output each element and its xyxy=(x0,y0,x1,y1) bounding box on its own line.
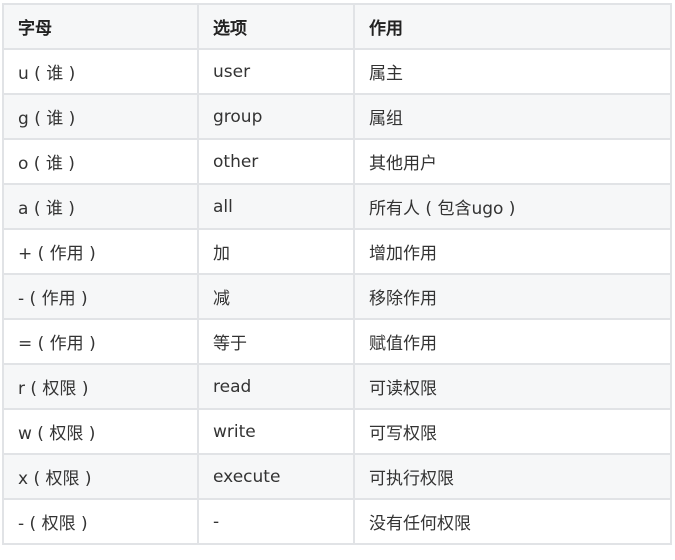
table-row: o ( 谁 ) other 其他用户 xyxy=(2,138,672,185)
option-cell: user xyxy=(197,48,355,95)
letter-cell: + ( 作用 ) xyxy=(2,228,199,275)
letter-cell: g ( 谁 ) xyxy=(2,93,199,140)
table-row: a ( 谁 ) all 所有人 ( 包含ugo ) xyxy=(2,183,672,230)
letter-cell: o ( 谁 ) xyxy=(2,138,199,185)
table-row: u ( 谁 ) user 属主 xyxy=(2,48,672,95)
table-row: r ( 权限 ) read 可读权限 xyxy=(2,363,672,410)
option-cell: write xyxy=(197,408,355,455)
option-cell: 加 xyxy=(197,228,355,275)
table-header-row: 字母 选项 作用 xyxy=(2,3,672,50)
function-cell: 所有人 ( 包含ugo ) xyxy=(353,183,672,230)
option-cell: 等于 xyxy=(197,318,355,365)
option-cell: 减 xyxy=(197,273,355,320)
table-row: g ( 谁 ) group 属组 xyxy=(2,93,672,140)
table-row: = ( 作用 ) 等于 赋值作用 xyxy=(2,318,672,365)
option-cell: - xyxy=(197,498,355,545)
function-cell: 增加作用 xyxy=(353,228,672,275)
table-row: x ( 权限 ) execute 可执行权限 xyxy=(2,453,672,500)
function-cell: 移除作用 xyxy=(353,273,672,320)
table-row: + ( 作用 ) 加增加作用 xyxy=(2,228,672,275)
option-cell: group xyxy=(197,93,355,140)
function-cell: 没有任何权限 xyxy=(353,498,672,545)
letter-cell: = ( 作用 ) xyxy=(2,318,199,365)
permissions-table: 字母 选项 作用 u ( 谁 ) user 属主 g ( 谁 ) group 属组 o ( … xyxy=(2,3,672,545)
table-row: w ( 权限 ) write 可写权限 xyxy=(2,408,672,455)
letter-cell: a ( 谁 ) xyxy=(2,183,199,230)
header-function: 作用 xyxy=(353,3,672,50)
option-cell: execute xyxy=(197,453,355,500)
function-cell: 属主 xyxy=(353,48,672,95)
function-cell: 可执行权限 xyxy=(353,453,672,500)
function-cell: 属组 xyxy=(353,93,672,140)
letter-cell: - ( 作用 ) xyxy=(2,273,199,320)
function-cell: 可写权限 xyxy=(353,408,672,455)
option-cell: read xyxy=(197,363,355,410)
letter-cell: w ( 权限 ) xyxy=(2,408,199,455)
table-row: - ( 作用 ) 减移除作用 xyxy=(2,273,672,320)
function-cell: 其他用户 xyxy=(353,138,672,185)
option-cell: other xyxy=(197,138,355,185)
function-cell: 可读权限 xyxy=(353,363,672,410)
option-cell: all xyxy=(197,183,355,230)
table-row: - ( 权限 ) - 没有任何权限 xyxy=(2,498,672,545)
header-option: 选项 xyxy=(197,3,355,50)
header-letter: 字母 xyxy=(2,3,199,50)
function-cell: 赋值作用 xyxy=(353,318,672,365)
letter-cell: x ( 权限 ) xyxy=(2,453,199,500)
letter-cell: u ( 谁 ) xyxy=(2,48,199,95)
letter-cell: - ( 权限 ) xyxy=(2,498,199,545)
letter-cell: r ( 权限 ) xyxy=(2,363,199,410)
